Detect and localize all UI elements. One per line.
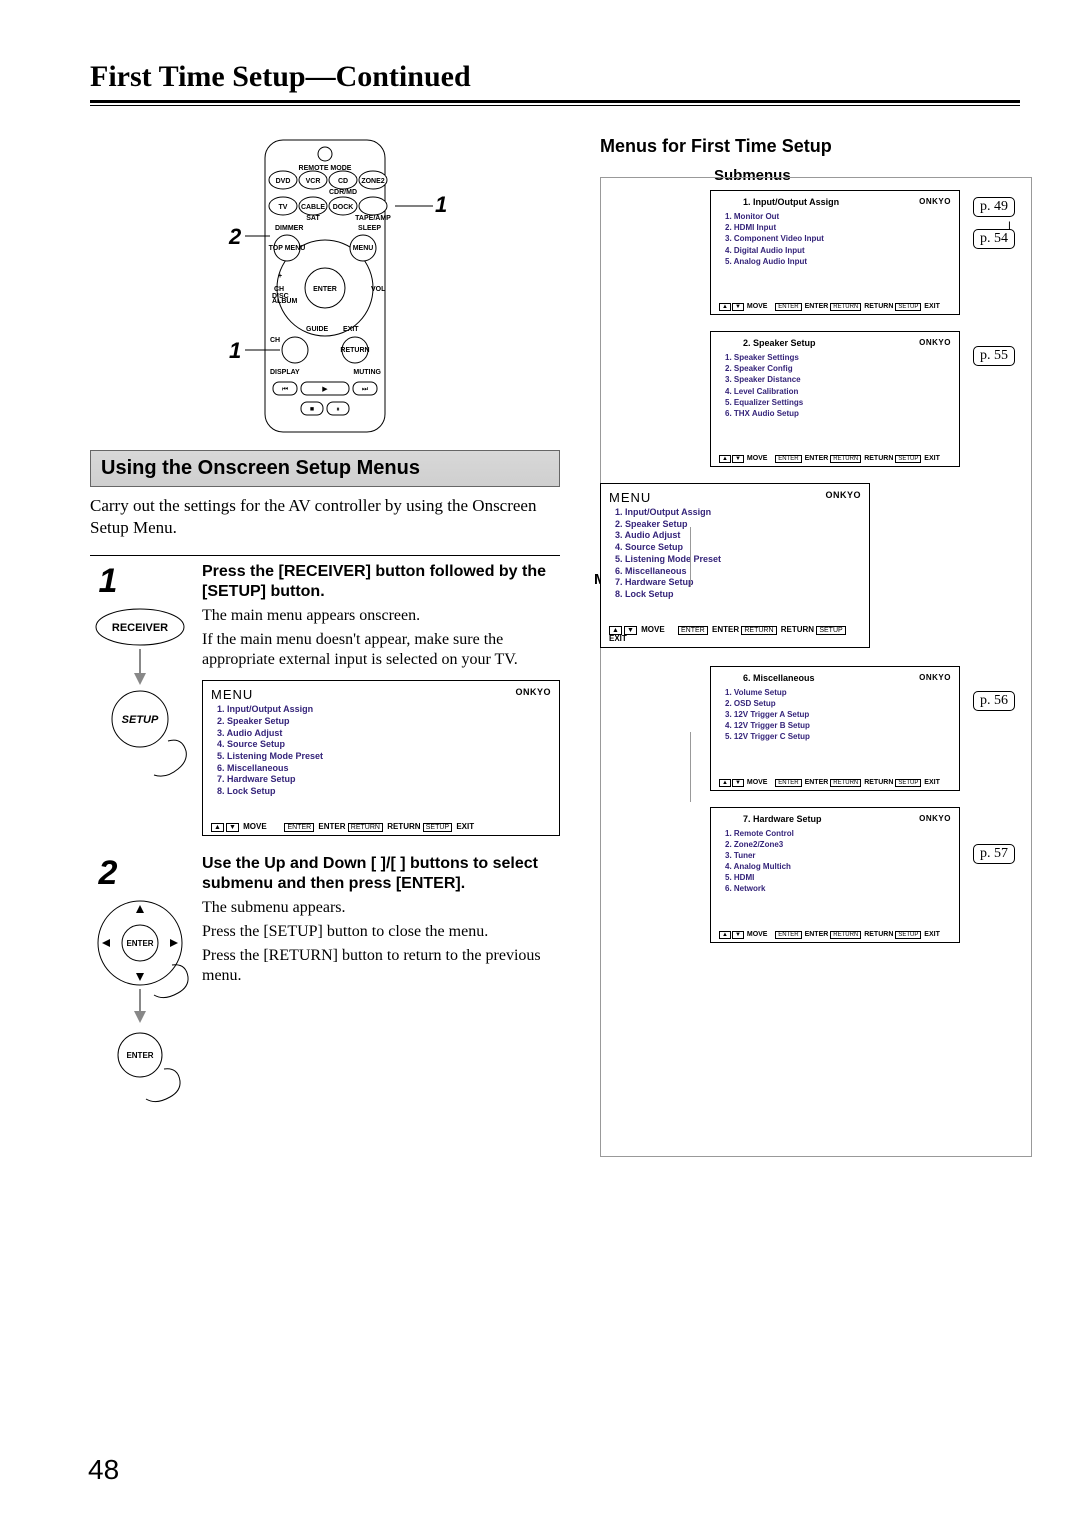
step2-art: ENTER ENTER bbox=[90, 893, 190, 1113]
svg-text:CH: CH bbox=[270, 337, 280, 344]
svg-text:SAT: SAT bbox=[306, 215, 320, 222]
svg-text:ZONE2: ZONE2 bbox=[361, 178, 384, 185]
panel-misc: ONKYO 6. Miscellaneous 1. Volume Setup 2… bbox=[710, 666, 960, 791]
callout-2: 2 bbox=[229, 224, 241, 250]
step-1-number: 1 bbox=[90, 562, 126, 601]
right-heading: Menus for First Time Setup bbox=[600, 136, 1040, 157]
osd-mainmenu-inline: ONKYO MENU 1. Input/Output Assign 2. Spe… bbox=[202, 680, 560, 836]
step1-heading: Press the [RECEIVER] button followed by … bbox=[202, 562, 560, 602]
ref-p57: p. 57 bbox=[973, 844, 1015, 864]
svg-text:DOCK: DOCK bbox=[333, 204, 354, 211]
title-rule-thin bbox=[90, 105, 1020, 106]
svg-text:VOL: VOL bbox=[371, 286, 386, 293]
step2-p3: Press the [RETURN] button to return to t… bbox=[202, 946, 560, 986]
step1-art: RECEIVER SETUP bbox=[90, 601, 190, 801]
remote-illustration: REMOTE MODE DVD VCR CD ZONE2 CDR/MD TV C… bbox=[175, 136, 475, 436]
ref-p49: p. 49 bbox=[973, 197, 1015, 217]
svg-text:DISPLAY: DISPLAY bbox=[270, 369, 300, 376]
svg-text:SETUP: SETUP bbox=[122, 714, 159, 726]
callout-1-top: 1 bbox=[435, 192, 447, 218]
step2-p1: The submenu appears. bbox=[202, 898, 560, 918]
svg-text:RECEIVER: RECEIVER bbox=[112, 622, 168, 634]
svg-text:EXIT: EXIT bbox=[343, 326, 359, 333]
svg-text:■: ■ bbox=[310, 405, 314, 413]
svg-text:TV: TV bbox=[279, 204, 288, 211]
svg-text:RETURN: RETURN bbox=[340, 347, 369, 354]
step-2: 2 ENTER bbox=[90, 854, 560, 1118]
svg-text:⏸: ⏸ bbox=[336, 405, 340, 413]
svg-text:ENTER: ENTER bbox=[126, 1051, 153, 1060]
svg-text:⏮: ⏮ bbox=[282, 385, 288, 393]
step1-p1: The main menu appears onscreen. bbox=[202, 606, 560, 626]
svg-text:CD: CD bbox=[338, 178, 348, 185]
panel-mainmenu: ONKYO MENU 1. Input/Output Assign 2. Spe… bbox=[600, 483, 870, 648]
svg-text:CH: CH bbox=[274, 286, 284, 293]
section-title: Using the Onscreen Setup Menus bbox=[90, 450, 560, 487]
page-number: 48 bbox=[88, 1454, 119, 1486]
svg-text:TAPE/AMP: TAPE/AMP bbox=[355, 215, 391, 222]
panel-speaker: ONKYO 2. Speaker Setup 1. Speaker Settin… bbox=[710, 331, 960, 467]
svg-text:+: + bbox=[278, 273, 282, 280]
svg-text:RCVR: RCVR bbox=[363, 204, 383, 211]
svg-text:▶: ▶ bbox=[322, 385, 328, 393]
svg-text:MUTING: MUTING bbox=[353, 369, 381, 376]
osd-list: 1. Input/Output Assign 2. Speaker Setup … bbox=[211, 702, 551, 804]
intro-text: Carry out the settings for the AV contro… bbox=[90, 495, 560, 539]
ref-p56: p. 56 bbox=[973, 691, 1015, 711]
step-2-number: 2 bbox=[90, 854, 126, 893]
ref-p54: p. 54 bbox=[973, 229, 1015, 249]
panel-io: ONKYO 1. Input/Output Assign 1. Monitor … bbox=[710, 190, 960, 315]
page-title: First Time Setup—Continued bbox=[90, 60, 1020, 94]
panel-hw: ONKYO 7. Hardware Setup 1. Remote Contro… bbox=[710, 807, 960, 943]
step2-p2: Press the [SETUP] button to close the me… bbox=[202, 922, 560, 942]
svg-text:CABLE: CABLE bbox=[301, 204, 325, 211]
callout-1-bot: 1 bbox=[229, 338, 241, 364]
step2-heading: Use the Up and Down [ ]/[ ] buttons to s… bbox=[202, 854, 560, 894]
svg-text:CDR/MD: CDR/MD bbox=[329, 189, 357, 196]
svg-text:ENTER: ENTER bbox=[126, 939, 153, 948]
title-rule bbox=[90, 100, 1020, 103]
svg-text:⏭: ⏭ bbox=[362, 385, 369, 393]
svg-text:GUIDE: GUIDE bbox=[306, 326, 329, 333]
svg-text:VCR: VCR bbox=[306, 178, 321, 185]
svg-text:DIMMER: DIMMER bbox=[275, 225, 303, 232]
svg-text:MENU: MENU bbox=[353, 245, 374, 252]
svg-text:ENTER: ENTER bbox=[313, 286, 337, 293]
svg-text:SETUP: SETUP bbox=[283, 347, 307, 354]
step-1: 1 RECEIVER SETUP bbox=[90, 562, 560, 836]
svg-text:SLEEP: SLEEP bbox=[358, 225, 381, 232]
step1-p2: If the main menu doesn't appear, make su… bbox=[202, 630, 560, 670]
ref-p55: p. 55 bbox=[973, 346, 1015, 366]
svg-text:TOP MENU: TOP MENU bbox=[269, 245, 306, 252]
svg-text:ALBUM: ALBUM bbox=[272, 298, 297, 305]
svg-text:DVD: DVD bbox=[276, 178, 291, 185]
